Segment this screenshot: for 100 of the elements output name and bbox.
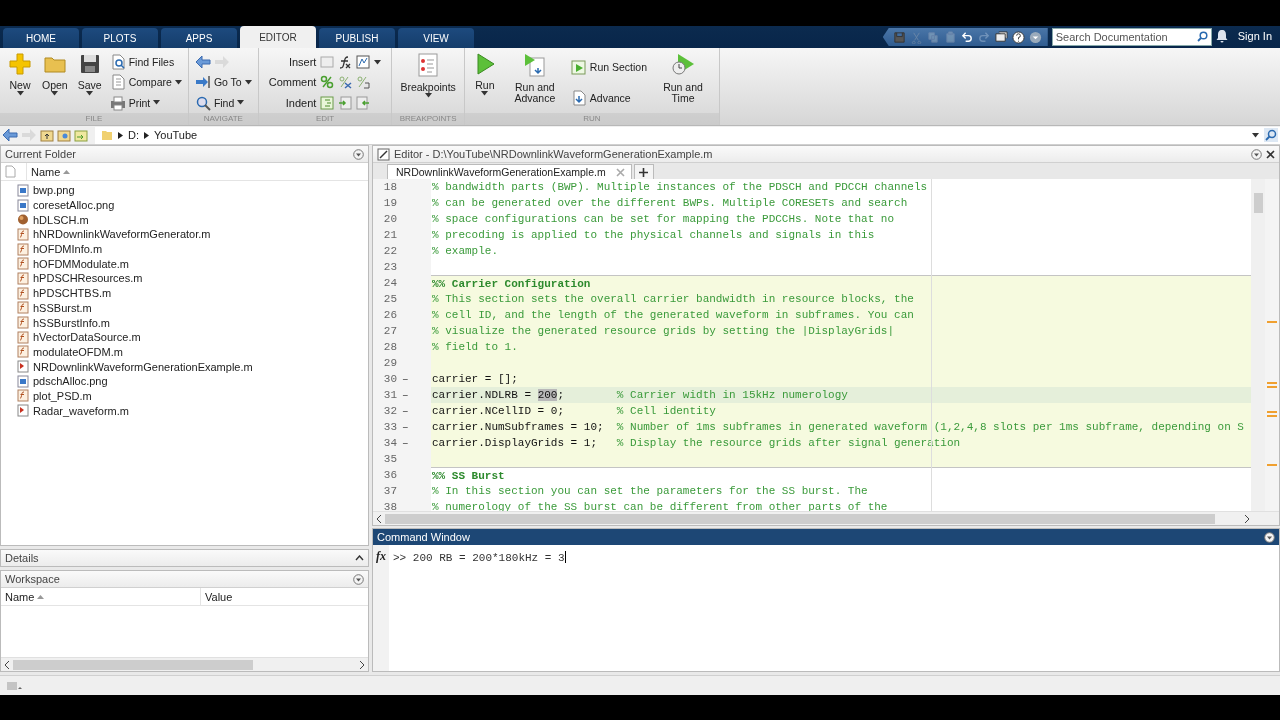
line-number: 34 [382,437,397,449]
toolstrip-label[interactable]: Indent [268,96,317,109]
file-name[interactable]: hSSBurst.m [33,301,92,314]
insert-icon [320,55,335,70]
file-name[interactable]: hOFDMInfo.m [33,243,103,256]
close-tab-icon [615,167,625,177]
toolstrip-button[interactable]: Run [468,52,501,113]
plus-icon [8,52,32,76]
code-line: % cell ID, and the length of the generated waveform in subframes. You can [432,309,914,321]
ribbon-tab[interactable]: HOME [3,28,79,48]
line-marker[interactable]: – [402,389,409,401]
file-name[interactable]: coresetAlloc.png [33,199,115,212]
line-marker[interactable]: – [402,405,409,417]
toolstrip-button[interactable]: Advance [570,88,648,108]
script-file-icon [17,404,29,418]
sign-in-link[interactable]: Sign In [1237,30,1272,42]
toolstrip-label[interactable]: Insert [268,56,317,69]
section-label: BREAKPOINTS [392,113,464,125]
function-file-icon [17,389,29,403]
breadcrumb-arrow-icon [118,131,123,139]
line-number: 19 [382,197,397,209]
file-name[interactable]: hOFDMModulate.m [33,257,129,270]
search-icon [1264,128,1278,142]
toolstrip-label[interactable]: Comment [268,76,317,89]
line-marker[interactable]: – [402,437,409,449]
toolstrip-button[interactable]: Print [109,93,182,113]
close-icon [1266,149,1275,159]
toolstrip-button[interactable]: Run and Time [651,52,716,113]
toolstrip-button[interactable]: Breakpoints [396,52,460,113]
code-line: % precoding is applied to the physical channels and signals in this [432,229,875,241]
help-icon[interactable] [1011,30,1025,44]
file-name[interactable]: hSSBurstInfo.m [33,316,111,329]
save-icon[interactable] [892,30,906,44]
file-name[interactable]: bwp.png [33,184,75,197]
file-name[interactable]: Radar_waveform.m [33,404,129,417]
ribbon-tab[interactable]: PUBLISH [319,28,395,48]
toolstrip-button[interactable]: Go To [194,73,252,92]
code-line: %% Carrier Configuration [432,277,591,290]
protected-file-icon [17,213,29,227]
vertical-scrollbar[interactable] [1251,179,1265,511]
undo-icon[interactable] [960,30,974,44]
line-number: 22 [382,245,397,257]
horizontal-scrollbar[interactable] [1,657,368,671]
line-number: 33 [382,421,397,433]
command-line[interactable]: >> 200 RB = 200*180kHz = 3 [393,551,566,671]
toolstrip-button[interactable]: Open [38,52,72,113]
search-field[interactable]: Search Documentation [1051,28,1212,46]
file-name[interactable]: hDLSCH.m [33,213,89,226]
section-label: RUN [464,113,720,125]
file-name[interactable]: hPDSCHTBS.m [33,287,112,300]
window-icon[interactable] [994,30,1008,44]
smart-indent-icon [320,95,335,110]
line-number: 18 [382,181,397,193]
file-tab[interactable]: NRDownlinkWaveformGenerationExample.m [387,164,632,179]
line-marker[interactable]: – [402,373,409,385]
file-name[interactable]: plot_PSD.m [33,389,92,402]
code-line: % In this section you can set the parameters for the SS burst. The [432,485,868,497]
outdent-icon [356,95,371,110]
file-name[interactable]: pdschAlloc.png [33,375,108,388]
analyzer-mark[interactable] [1267,464,1277,466]
section-label: NAVIGATE [188,113,258,125]
editor-title: Editor - D:\YouTube\NRDownlinkWaveformGenerationExample.m [394,148,713,160]
section-play-icon [570,59,587,76]
file-name[interactable]: modulateOFDM.m [33,345,123,358]
file-name[interactable]: hVectorDataSource.m [33,331,141,344]
line-marker[interactable]: – [402,421,409,433]
file-name[interactable]: hNRDownlinkWaveformGenerator.m [33,228,211,241]
new-tab-button[interactable] [633,164,654,179]
ribbon-tab[interactable]: APPS [161,28,237,48]
toolstrip-button[interactable]: Save [73,52,106,113]
line-number: 29 [382,357,397,369]
folder-search-icon [109,54,126,71]
ribbon-tab[interactable]: VIEW [398,28,474,48]
file-name[interactable]: hPDSCHResources.m [33,272,143,285]
line-number: 37 [382,485,397,497]
printer-icon [109,94,126,111]
toolstrip-button[interactable]: Find [194,93,252,113]
horizontal-scrollbar[interactable] [373,511,1279,525]
toolstrip-button[interactable]: Find Files [109,52,182,72]
toolstrip-button[interactable]: Run and Advance [502,52,567,113]
column-header[interactable]: Name [5,590,35,603]
path-segment[interactable]: D: [128,129,139,141]
line-number: 31 [382,389,397,401]
toolstrip-button[interactable]: Compare [109,73,182,92]
panel-title: Current Folder [5,148,76,160]
code-line: % space configurations can be set for mapping the PDCCHs. Note that no [432,213,895,225]
column-header[interactable]: Value [205,590,233,603]
function-file-icon [17,330,29,344]
code-line: carrier.NumSubframes = 10; % Number of 1ms subframes in generated waveform (1,2,4,8 slots per 1ms subframe, depending on S [432,421,1244,433]
column-header[interactable]: Name [31,165,61,178]
analyzer-mark[interactable] [1267,321,1277,323]
toolstrip-button[interactable]: Run Section [570,57,648,77]
ribbon-tab[interactable]: PLOTS [82,28,158,48]
file-name[interactable]: NRDownlinkWaveformGenerationExample.m [33,360,253,373]
compare-documents-icon [109,74,126,91]
toolstrip-button[interactable]: New [4,52,36,113]
ribbon-tab[interactable]: EDITOR [240,26,316,48]
dropdown-icon[interactable] [1028,30,1042,44]
indent-icon [338,95,353,110]
path-segment[interactable]: YouTube [154,129,198,141]
